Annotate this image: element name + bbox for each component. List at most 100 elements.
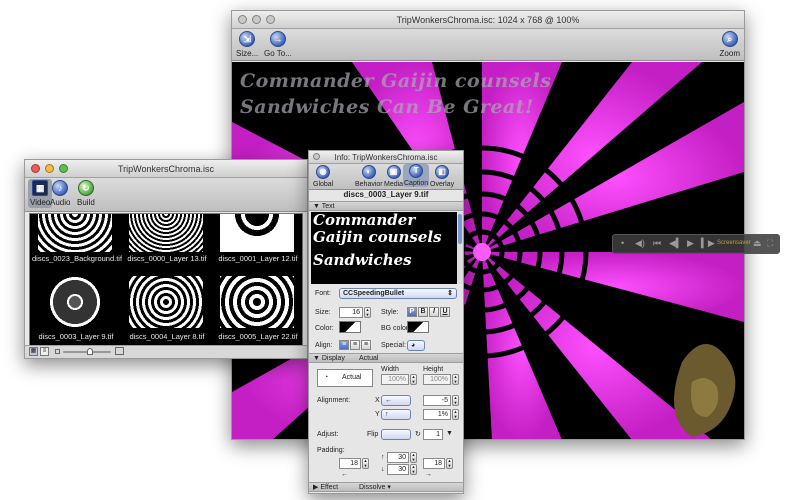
close-button[interactable] (313, 153, 320, 160)
eject-icon[interactable]: ⏏ (753, 238, 762, 249)
audio-tab[interactable]: ♪ Audio (50, 180, 70, 207)
screensaver-label: Screensaver (717, 240, 751, 246)
display-mode-popup[interactable]: ◔ Actual (317, 369, 373, 387)
global-tab[interactable]: ◉ Global (313, 165, 333, 188)
x-align-popup[interactable]: ← (381, 395, 411, 406)
style-label: Style: (381, 309, 399, 316)
minimize-button[interactable] (45, 164, 54, 173)
x-offset-field[interactable]: -5 (423, 395, 451, 406)
padding-bottom-stepper[interactable]: ▲ ▼ (410, 464, 417, 475)
y-stepper[interactable]: ▲ ▼ (452, 409, 459, 420)
thumbnail-item[interactable]: discs_0003_Layer 9.tif (32, 272, 120, 341)
step-back-icon[interactable]: ◀▍ (669, 238, 683, 249)
style-bold-button[interactable]: B (418, 307, 428, 317)
display-mode-icon: ◔ (324, 374, 329, 381)
video-tab[interactable]: ▦ Video (28, 179, 53, 208)
zoom-window-button[interactable] (266, 15, 275, 24)
special-popup[interactable]: ◕ (407, 340, 425, 351)
minimize-button[interactable] (252, 15, 261, 24)
selected-filename: discs_0003_Layer 9.tif (343, 190, 429, 199)
style-plain-button[interactable]: P (407, 307, 417, 317)
size-field[interactable]: 16 (339, 307, 363, 318)
thumbnail-item[interactable]: discs_0005_Layer 22.tif (214, 272, 302, 341)
width-field[interactable]: 100% (381, 374, 409, 385)
padding-top-field[interactable]: 30 (387, 452, 409, 463)
y-align-popup[interactable]: ↑ (381, 409, 411, 420)
disclosure-icon: ▼ (313, 355, 322, 362)
thumbnail-item[interactable]: discs_0004_Layer 8.tif (123, 272, 211, 341)
main-titlebar[interactable]: TripWonkersChroma.isc: 1024 x 768 @ 100% (232, 11, 744, 29)
fullscreen-icon[interactable]: ⛶ (767, 238, 773, 249)
scroll-thumb[interactable] (458, 214, 462, 244)
padding-top-stepper[interactable]: ▲ ▼ (410, 452, 417, 463)
effect-popup[interactable]: Dissolve ▾ (359, 483, 391, 492)
info-panel: Info: TripWonkersChroma.isc ◉ Global ◐ B… (308, 150, 464, 494)
padding-left-stepper[interactable]: ▲ ▼ (362, 458, 369, 469)
padding-bottom-field[interactable]: 30 (387, 464, 409, 475)
y-offset-field[interactable]: 1% (423, 409, 451, 420)
main-window-title: TripWonkersChroma.isc: 1024 x 768 @ 100% (396, 15, 580, 25)
rotate-icon: ↻ (415, 431, 421, 438)
zoom-window-button[interactable] (59, 164, 68, 173)
thumbnail-item[interactable]: discs_0000_Layer 13.tif (123, 214, 211, 278)
thumbnail-item[interactable]: discs_0023_Background.tif (32, 214, 122, 278)
text-scrollbar[interactable] (457, 212, 463, 284)
align-center-button[interactable]: ≡ (350, 340, 360, 350)
goto-button[interactable]: → Go To... (264, 31, 292, 58)
padding-label: Padding: (317, 447, 345, 454)
padding-right-stepper[interactable]: ▲ ▼ (446, 458, 453, 469)
thumbnail-item[interactable]: discs_0001_Layer 12.tif (214, 214, 302, 278)
zoom-button[interactable]: ⌕ Zoom (720, 31, 740, 58)
info-titlebar[interactable]: Info: TripWonkersChroma.isc (309, 151, 463, 164)
align-right-button[interactable]: ≡ (361, 340, 371, 350)
padding-left-field[interactable]: 18 (339, 458, 361, 469)
media-tab[interactable]: ▣ Media (384, 165, 403, 188)
size-stepper[interactable]: ▲ ▼ (364, 307, 371, 318)
y-label: Y (375, 411, 380, 418)
display-section-header[interactable]: ▼ Display Actual (309, 353, 463, 363)
overlay-icon: ◧ (435, 165, 450, 179)
size-button[interactable]: ⇲ Size... (236, 31, 258, 58)
slider-knob[interactable] (87, 348, 93, 355)
rotation-field[interactable]: 1 (423, 429, 443, 440)
padding-right-field[interactable]: 18 (423, 458, 445, 469)
overlay-tab[interactable]: ◧ Overlay (430, 165, 454, 188)
grid-view-icon[interactable]: ▦ (29, 347, 38, 356)
style-italic-button[interactable]: I (429, 307, 439, 317)
browser-titlebar[interactable]: TripWonkersChroma.isc (25, 160, 307, 178)
rotation-menu-icon[interactable]: ▼ (446, 430, 453, 437)
step-forward-icon[interactable]: ▍▶ (701, 238, 715, 249)
effect-value: Dissolve (359, 484, 386, 491)
close-button[interactable] (31, 164, 40, 173)
play-icon[interactable]: ▶ (687, 238, 694, 249)
global-tab-label: Global (313, 181, 334, 188)
thumbnail-label: discs_0000_Layer 13.tif (127, 254, 207, 263)
style-underline-button[interactable]: U (440, 307, 450, 317)
large-size-icon (115, 347, 124, 355)
width-label: Width (381, 366, 399, 373)
flip-popup[interactable] (381, 429, 411, 440)
bg-color-well[interactable] (407, 321, 429, 333)
height-stepper[interactable]: ▲ ▼ (452, 374, 459, 385)
align-left-button[interactable]: ≡ (339, 340, 349, 350)
effect-section-header[interactable]: ▶ Effect Dissolve ▾ (309, 482, 463, 492)
build-tab[interactable]: ↻ Build (77, 180, 95, 207)
text-section-header[interactable]: ▼ Text (309, 201, 463, 211)
volume-icon[interactable]: ◀) (635, 238, 645, 249)
preview-line-1: Commander (313, 212, 416, 229)
height-label: Height (423, 366, 444, 373)
pad-left-arrow-icon: ← (341, 471, 348, 478)
x-stepper[interactable]: ▲ ▼ (452, 395, 459, 406)
text-color-well[interactable] (339, 321, 361, 333)
behavior-tab[interactable]: ◐ Behavior (355, 165, 383, 188)
rewind-icon[interactable]: ⏮ (653, 238, 661, 249)
height-field[interactable]: 100% (423, 374, 451, 385)
caption-text-editor[interactable]: Commander Gaijin counsels Sandwiches (311, 212, 457, 284)
close-button[interactable] (238, 15, 247, 24)
font-popup[interactable]: CCSpeedingBullet ⇕ (339, 288, 457, 299)
list-view-icon[interactable]: ≡ (40, 347, 49, 356)
width-stepper[interactable]: ▲ ▼ (410, 374, 417, 385)
thumbnail-label: discs_0004_Layer 8.tif (129, 332, 205, 341)
thumbnail-image (129, 276, 203, 328)
caption-tab[interactable]: T Caption (403, 164, 430, 187)
